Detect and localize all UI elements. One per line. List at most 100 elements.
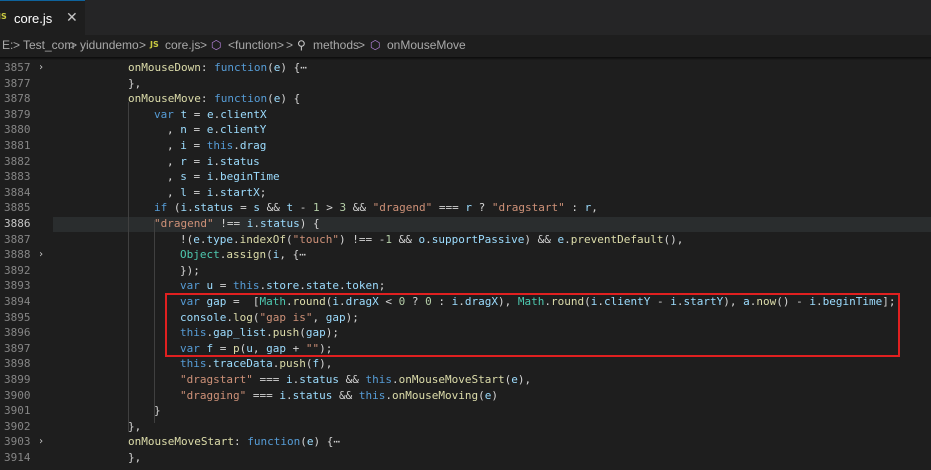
code-text: "dragging" === i.status && this.onMouseM… <box>180 388 498 402</box>
code-text: var gap = [Math.round(i.dragX < 0 ? 0 : … <box>180 295 896 308</box>
line-number: 3880 <box>4 123 31 137</box>
breadcrumb: E: > Test_com > yidundemo > JS core.js >… <box>0 35 931 57</box>
code-line[interactable]: 3902}, <box>0 419 931 434</box>
code-line[interactable]: 3896 this.gap_list.push(gap); <box>0 325 931 340</box>
breadcrumb-drive[interactable]: E: <box>2 38 13 52</box>
code-line[interactable]: 3892}); <box>0 263 931 278</box>
line-number: 3893 <box>4 279 31 293</box>
fold-chevron-icon[interactable]: › <box>38 247 44 262</box>
code-text: onMouseMove: function(e) { <box>128 92 301 106</box>
code-line[interactable]: 3898 this.traceData.push(f), <box>0 356 931 371</box>
js-file-icon: JS <box>0 12 7 21</box>
line-number: 3877 <box>4 76 31 90</box>
code-text: }, <box>128 419 142 433</box>
chevron-right-icon: > <box>70 38 78 52</box>
code-line[interactable]: 3878 onMouseMove: function(e) { <box>0 91 931 106</box>
code-text: "dragstart" === i.status && this.onMouse… <box>180 373 532 386</box>
code-line[interactable]: 3877}, <box>0 76 931 91</box>
breadcrumb-folder-test-com[interactable]: Test_com <box>23 38 74 52</box>
code-line[interactable]: 3884 , l = i.startX; <box>0 185 931 200</box>
wrench-icon: ⚲ <box>297 38 306 52</box>
fold-chevron-icon[interactable]: › <box>38 60 44 75</box>
code-editor[interactable]: 3857 › onMouseDown: function(e) {⋯ 3877}, 38… <box>0 57 931 470</box>
code-line[interactable]: 3888 › Object.assign(i, {⋯ <box>0 247 931 262</box>
line-number: 3882 <box>4 154 31 168</box>
code-text: var t = e.clientX <box>154 107 267 121</box>
line-number: 3878 <box>4 92 31 106</box>
close-icon[interactable]: ✕ <box>66 9 78 26</box>
line-number: 3903 <box>4 435 31 449</box>
code-line[interactable]: 3857 › onMouseDown: function(e) {⋯ <box>0 60 931 75</box>
code-line[interactable]: 3893 var u = this.store.state.token; <box>0 278 931 293</box>
code-line[interactable]: 3885 if (i.status = s && t - 1 > 3 && "dr… <box>0 200 931 215</box>
chevron-right-icon: > <box>358 38 366 52</box>
js-file-icon: JS <box>150 40 159 49</box>
chevron-right-icon: > <box>139 38 147 52</box>
line-number: 3888 <box>4 248 31 262</box>
code-text: }, <box>128 451 142 464</box>
line-number: 3884 <box>4 185 31 199</box>
code-text: } <box>154 404 161 418</box>
line-number: 3887 <box>4 232 31 246</box>
code-text: }, <box>128 76 142 90</box>
line-number: 3894 <box>4 295 31 308</box>
cube-symbol-icon: ⬡ <box>211 38 222 52</box>
line-number: 3892 <box>4 263 31 277</box>
cube-symbol-icon: ⬡ <box>370 38 381 52</box>
line-number: 3914 <box>4 451 31 464</box>
code-line[interactable]: 3914}, <box>0 450 931 465</box>
code-text: this.gap_list.push(gap); <box>180 326 339 340</box>
code-text: var u = this.store.state.token; <box>180 279 386 293</box>
line-number: 3900 <box>4 388 31 402</box>
code-text: var f = p(u, gap + ""); <box>180 341 333 355</box>
code-text: "dragend" !== i.status) { <box>154 217 320 230</box>
line-number: 3895 <box>4 310 31 324</box>
code-line[interactable]: 3894 var gap = [Math.round(i.dragX < 0 ? … <box>0 294 931 309</box>
line-number: 3857 <box>4 61 31 74</box>
line-number: 3879 <box>4 107 31 121</box>
fold-chevron-icon[interactable]: › <box>38 434 44 449</box>
breadcrumb-onmousemove[interactable]: onMouseMove <box>387 38 466 52</box>
code-line[interactable]: 3903 › onMouseMoveStart: function(e) {⋯ <box>0 434 931 449</box>
code-text: , i = this.drag <box>167 139 267 152</box>
breadcrumb-file[interactable]: core.js <box>165 38 200 52</box>
line-number: 3886 <box>4 217 31 230</box>
code-line[interactable]: 3883 , s = i.beginTime <box>0 169 931 184</box>
breadcrumb-folder-yidundemo[interactable]: yidundemo <box>80 38 139 52</box>
line-number: 3896 <box>4 326 31 340</box>
tab-bar: JS core.js ✕ <box>0 0 931 35</box>
line-number: 3881 <box>4 139 31 152</box>
code-line[interactable]: 3901} <box>0 403 931 418</box>
code-text: , r = i.status <box>167 154 260 168</box>
code-text: if (i.status = s && t - 1 > 3 && "dragen… <box>154 201 598 215</box>
line-number: 3897 <box>4 341 31 355</box>
code-text: }); <box>180 263 200 277</box>
chevron-right-icon: > <box>13 38 21 52</box>
line-number: 3902 <box>4 419 31 433</box>
chevron-right-icon: > <box>286 38 294 52</box>
line-number: 3899 <box>4 373 31 386</box>
code-text: onMouseMoveStart: function(e) {⋯ <box>128 435 340 449</box>
code-line[interactable]: 3881 , i = this.drag <box>0 138 931 153</box>
code-line[interactable]: 3899 "dragstart" === i.status && this.onM… <box>0 372 931 387</box>
code-line[interactable]: 3887 !(e.type.indexOf("touch") !== -1 && … <box>0 232 931 247</box>
code-line[interactable]: 3879 var t = e.clientX <box>0 107 931 122</box>
code-text: , l = i.startX; <box>167 185 267 199</box>
code-text: !(e.type.indexOf("touch") !== -1 && o.su… <box>180 232 684 246</box>
code-text: Object.assign(i, {⋯ <box>180 248 306 262</box>
code-text: , n = e.clientY <box>167 123 267 137</box>
code-line[interactable]: 3882 , r = i.status <box>0 154 931 169</box>
code-line[interactable]: 3880 , n = e.clientY <box>0 122 931 137</box>
breadcrumb-methods[interactable]: methods <box>313 38 359 52</box>
line-number: 3883 <box>4 170 31 184</box>
code-line[interactable]: 3895 console.log("gap is", gap); <box>0 310 931 325</box>
breadcrumb-function[interactable]: <function> <box>228 38 284 52</box>
code-line[interactable]: 3886 "dragend" !== i.status) { <box>0 216 931 231</box>
code-text: , s = i.beginTime <box>167 170 280 184</box>
tab-core-js[interactable]: JS core.js ✕ <box>0 0 85 35</box>
code-line[interactable]: 3900 "dragging" === i.status && this.onMo… <box>0 388 931 403</box>
chevron-right-icon: > <box>200 38 208 52</box>
line-number: 3901 <box>4 404 31 418</box>
line-number: 3885 <box>4 201 31 215</box>
code-line[interactable]: 3897 var f = p(u, gap + ""); <box>0 341 931 356</box>
